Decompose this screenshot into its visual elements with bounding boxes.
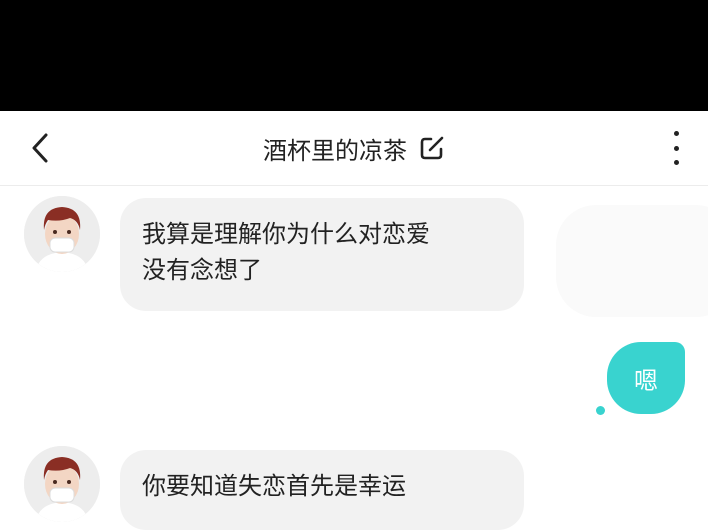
chat-title[interactable]: 酒杯里的凉茶 <box>263 131 407 166</box>
edit-remark-button[interactable] <box>419 135 445 161</box>
message-text-line: 没有念想了 <box>142 256 262 284</box>
message-text-line: 我算是理解你为什么对恋爱 <box>142 220 430 248</box>
more-options-button[interactable] <box>664 131 688 165</box>
message-text-line: 你要知道失恋首先是幸运 <box>142 472 406 500</box>
status-dot <box>596 406 605 415</box>
message-bubble-own[interactable]: 嗯 <box>607 342 685 414</box>
edit-icon <box>420 136 444 160</box>
avatar-icon <box>24 196 100 272</box>
dot <box>673 131 679 136</box>
avatar-icon <box>24 446 100 522</box>
title-wrap: 酒杯里的凉茶 <box>0 111 708 185</box>
chat-header: 酒杯里的凉茶 <box>0 111 708 186</box>
avatar[interactable] <box>24 446 100 522</box>
message-bubble[interactable]: 我算是理解你为什么对恋爱 没有念想了 <box>120 198 524 311</box>
message-text: 嗯 <box>634 366 658 395</box>
status-bar-area <box>0 0 708 111</box>
avatar[interactable] <box>24 196 100 272</box>
dot <box>673 145 679 151</box>
message-bubble[interactable]: 你要知道失恋首先是幸运 <box>120 450 524 530</box>
faded-bubble <box>556 205 708 317</box>
dot <box>673 160 679 165</box>
